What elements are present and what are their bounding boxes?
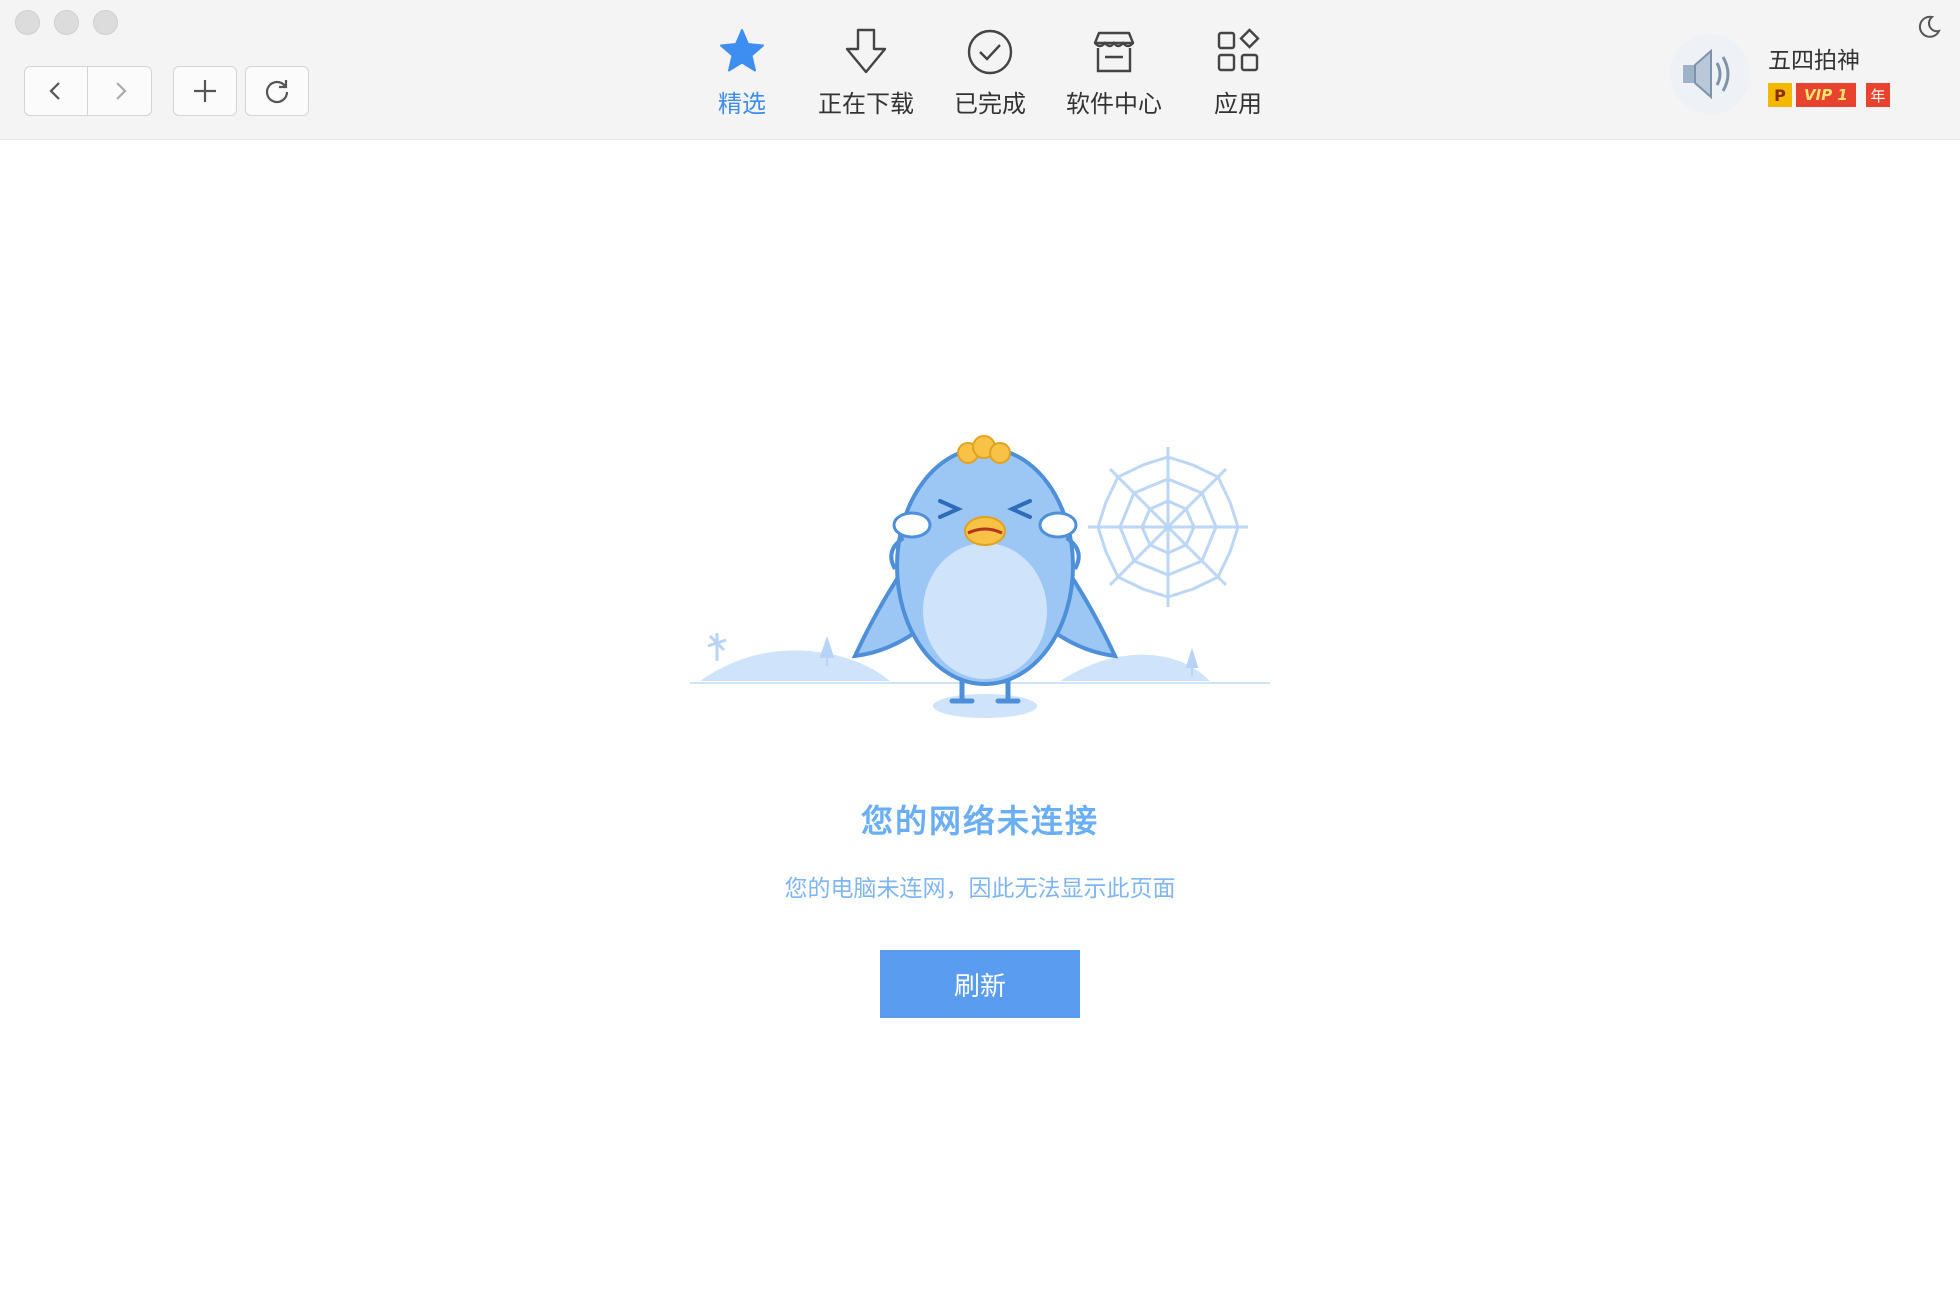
tab-downloading[interactable]: 正在下载 bbox=[804, 26, 928, 119]
download-arrow-icon bbox=[840, 26, 892, 78]
new-tab-group bbox=[173, 66, 237, 116]
tab-software-center[interactable]: 软件中心 bbox=[1052, 26, 1176, 119]
minimize-window-button[interactable] bbox=[54, 10, 79, 35]
history-nav bbox=[24, 66, 152, 116]
moon-icon bbox=[1918, 15, 1941, 38]
close-window-button[interactable] bbox=[15, 10, 40, 35]
chevron-right-icon bbox=[115, 82, 127, 100]
error-page: 您的网络未连接 您的电脑未连网，因此无法显示此页面 刷新 bbox=[0, 141, 1960, 1300]
error-description: 您的电脑未连网，因此无法显示此页面 bbox=[784, 876, 1176, 902]
avatar[interactable] bbox=[1670, 34, 1750, 114]
tab-apps[interactable]: 应用 bbox=[1176, 26, 1300, 119]
year-badge: 年 bbox=[1865, 83, 1890, 107]
back-button[interactable] bbox=[24, 66, 88, 116]
apps-grid-icon bbox=[1212, 26, 1264, 78]
tab-completed[interactable]: 已完成 bbox=[928, 26, 1052, 119]
refresh-button[interactable]: 刷新 bbox=[880, 950, 1080, 1018]
sad-bird-illustration bbox=[690, 311, 1270, 735]
username: 五四拍神 bbox=[1768, 48, 1860, 74]
star-icon bbox=[716, 26, 768, 78]
tab-label: 已完成 bbox=[954, 90, 1026, 118]
store-icon bbox=[1088, 26, 1140, 78]
reload-icon bbox=[265, 80, 289, 104]
title-bar: 精选 正在下载 已完成 软件中心 应用 五四拍神 P VIP 1 年 bbox=[0, 0, 1960, 140]
check-circle-icon bbox=[964, 26, 1016, 78]
reload-group bbox=[245, 66, 309, 116]
tab-label: 应用 bbox=[1214, 90, 1262, 118]
window-controls bbox=[15, 10, 118, 35]
tab-label: 软件中心 bbox=[1066, 90, 1162, 118]
zoom-window-button[interactable] bbox=[93, 10, 118, 35]
vip-badge: VIP 1 bbox=[1796, 83, 1856, 107]
tab-featured[interactable]: 精选 bbox=[680, 26, 804, 119]
forward-button[interactable] bbox=[88, 66, 152, 116]
reload-button[interactable] bbox=[245, 66, 309, 116]
main-tabs: 精选 正在下载 已完成 软件中心 应用 bbox=[680, 26, 1300, 119]
chevron-left-icon bbox=[49, 82, 60, 100]
user-info: 五四拍神 P VIP 1 年 bbox=[1768, 41, 1890, 107]
membership-badges: P VIP 1 年 bbox=[1768, 83, 1890, 107]
error-title: 您的网络未连接 bbox=[860, 802, 1099, 840]
p-badge: P bbox=[1768, 83, 1792, 107]
speaker-avatar-icon bbox=[1683, 48, 1730, 100]
user-panel[interactable]: 五四拍神 P VIP 1 年 bbox=[1670, 34, 1890, 114]
tab-label: 正在下载 bbox=[818, 90, 914, 118]
tab-label: 精选 bbox=[718, 90, 766, 118]
new-tab-button[interactable] bbox=[173, 66, 237, 116]
dark-mode-toggle[interactable] bbox=[1916, 14, 1942, 44]
plus-icon bbox=[194, 80, 216, 102]
